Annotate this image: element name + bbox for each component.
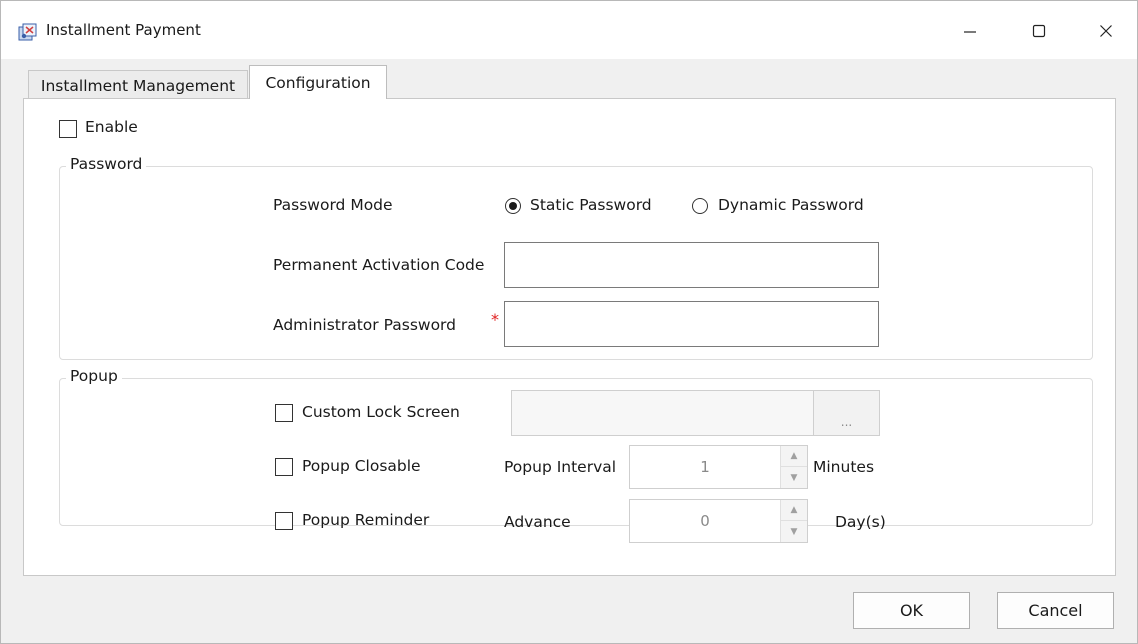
spin-down-icon[interactable]: ▼ <box>780 467 807 488</box>
lock-screen-path-input[interactable] <box>511 390 814 436</box>
activation-code-label: Permanent Activation Code <box>273 256 485 274</box>
advance-days-unit: Day(s) <box>835 513 886 531</box>
admin-password-label: Administrator Password <box>273 316 456 334</box>
enable-checkbox[interactable] <box>59 120 77 138</box>
popup-interval-spinner[interactable]: 1 ▲ ▼ <box>629 445 808 489</box>
popup-closable-label: Popup Closable <box>302 457 421 475</box>
browse-button[interactable]: ... <box>813 390 880 436</box>
popup-interval-unit: Minutes <box>813 458 875 476</box>
spin-up-icon[interactable]: ▲ <box>780 500 807 521</box>
advance-label: Advance <box>504 513 571 531</box>
enable-label: Enable <box>85 118 138 136</box>
popup-legend: Popup <box>66 367 122 385</box>
required-mark: * <box>491 310 499 329</box>
custom-lock-screen-label: Custom Lock Screen <box>302 403 460 421</box>
tab-installment-management[interactable]: Installment Management <box>28 70 248 100</box>
close-button[interactable] <box>1083 15 1129 47</box>
advance-days-spinner[interactable]: 0 ▲ ▼ <box>629 499 808 543</box>
maximize-icon <box>1032 24 1046 38</box>
configuration-panel: Enable Password Password Mode Static Pas… <box>23 98 1116 576</box>
custom-lock-screen-checkbox[interactable] <box>275 404 293 422</box>
static-password-label: Static Password <box>530 196 652 214</box>
password-legend: Password <box>66 155 147 173</box>
maximize-button[interactable] <box>1016 15 1062 47</box>
installment-payment-window: Installment Payment Installment Manageme… <box>0 0 1138 644</box>
password-mode-label: Password Mode <box>273 196 393 214</box>
window-title: Installment Payment <box>46 21 201 39</box>
title-bar[interactable]: Installment Payment <box>1 1 1137 59</box>
minimize-icon <box>964 31 976 33</box>
cancel-button[interactable]: Cancel <box>997 592 1114 629</box>
popup-interval-label: Popup Interval <box>504 458 617 476</box>
minimize-button[interactable] <box>947 15 993 47</box>
popup-reminder-label: Popup Reminder <box>302 511 430 529</box>
static-password-radio[interactable] <box>505 198 521 214</box>
close-icon <box>1100 25 1112 37</box>
popup-closable-checkbox[interactable] <box>275 458 293 476</box>
activation-code-input[interactable] <box>504 242 879 288</box>
spin-up-icon[interactable]: ▲ <box>780 446 807 467</box>
ok-button[interactable]: OK <box>853 592 970 629</box>
dynamic-password-radio[interactable] <box>692 198 708 214</box>
popup-reminder-checkbox[interactable] <box>275 512 293 530</box>
app-icon <box>18 23 38 41</box>
popup-interval-value: 1 <box>700 458 710 476</box>
advance-days-value: 0 <box>700 512 710 530</box>
tab-configuration[interactable]: Configuration <box>249 65 387 99</box>
dynamic-password-label: Dynamic Password <box>718 196 864 214</box>
spin-down-icon[interactable]: ▼ <box>780 521 807 542</box>
admin-password-input[interactable] <box>504 301 879 347</box>
